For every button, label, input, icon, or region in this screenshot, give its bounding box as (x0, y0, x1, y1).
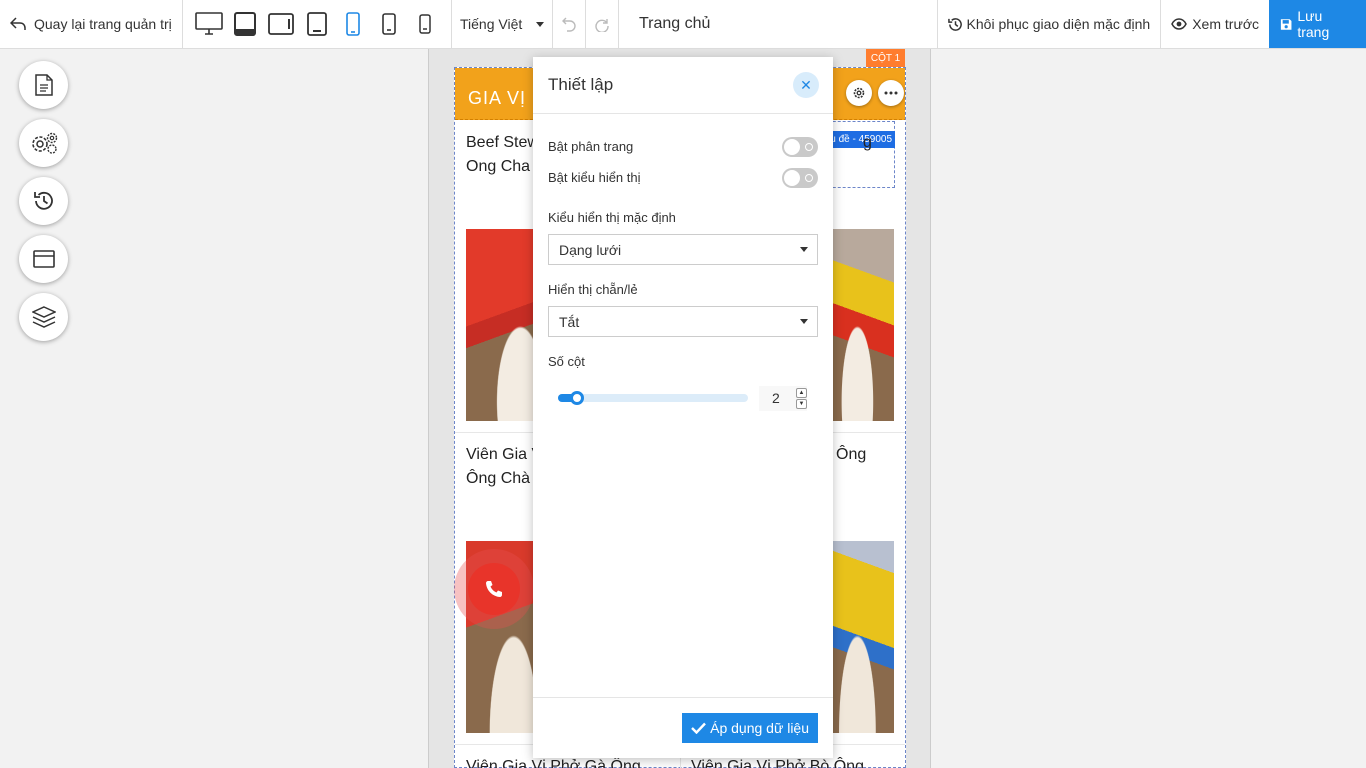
reply-arrow-icon (10, 17, 26, 30)
preview-label: Xem trước (1192, 16, 1259, 32)
block-settings-button[interactable] (846, 80, 872, 106)
phone-call-icon (486, 581, 502, 597)
page-icon (34, 74, 53, 96)
settings-panel-header: Thiết lập ✕ (533, 57, 833, 114)
redo-icon (595, 19, 609, 32)
floating-call-button[interactable] (454, 549, 534, 629)
check-icon (691, 722, 706, 734)
layers-button[interactable] (19, 293, 68, 341)
tablet-icon (307, 12, 327, 36)
desktop-icon (195, 12, 223, 35)
settings-panel: Thiết lập ✕ Bật phân trang Bật kiểu hiển… (533, 57, 833, 758)
caret-down-icon (800, 319, 808, 324)
tablet-landscape-icon (234, 12, 256, 36)
settings-panel-body: Bật phân trang Bật kiểu hiển thị Kiểu hi… (533, 114, 833, 413)
tablet-wide-icon (268, 13, 294, 35)
column-tag[interactable]: CỘT 1 (866, 49, 905, 67)
language-value: Tiếng Việt (460, 16, 523, 32)
phone-icon (382, 13, 396, 35)
pagination-toggle-label: Bật phân trang (548, 139, 634, 154)
close-panel-button[interactable]: ✕ (793, 72, 819, 98)
device-tablet-landscape-button[interactable] (227, 0, 263, 48)
device-phone-small-button[interactable] (407, 0, 443, 48)
display-style-toggle-label: Bật kiểu hiển thị (548, 170, 641, 185)
undo-icon (562, 17, 576, 32)
product-image[interactable] (466, 229, 534, 421)
floppy-disk-icon (1280, 18, 1292, 30)
block-more-button[interactable] (878, 80, 904, 106)
undo-button[interactable] (553, 0, 586, 48)
device-desktop-button[interactable] (191, 0, 227, 48)
columns-control: 2 ▲ ▼ (548, 383, 818, 413)
apply-data-label: Áp dụng dữ liệu (710, 720, 809, 736)
save-page-button[interactable]: Lưu trang (1269, 0, 1366, 48)
settings-panel-footer: Áp dụng dữ liệu (533, 697, 833, 758)
toggle-off-indicator (805, 173, 813, 182)
back-to-admin-button[interactable]: Quay lại trang quản trị (0, 0, 183, 48)
decrement-arrow-icon[interactable]: ▼ (796, 398, 807, 409)
device-phone-button[interactable] (371, 0, 407, 48)
gear-icon (853, 87, 865, 99)
settings-panel-title: Thiết lập (548, 75, 614, 94)
display-style-toggle-row: Bật kiểu hiển thị (548, 162, 818, 193)
restore-default-label: Khôi phục giao diện mặc định (966, 16, 1151, 32)
left-tool-rail (19, 61, 68, 341)
eye-icon (1171, 18, 1188, 30)
pagination-toggle[interactable] (782, 136, 818, 157)
product-image[interactable] (833, 229, 894, 421)
settings-gears-icon (31, 132, 57, 154)
product-name[interactable]: Ông (836, 443, 866, 467)
history-icon (947, 17, 962, 31)
product-name[interactable]: g (863, 131, 872, 155)
layout-icon (32, 250, 55, 268)
product-name[interactable]: Beef Stew Ong Cha (466, 131, 539, 179)
layers-icon (31, 306, 56, 328)
more-dots-icon (884, 91, 898, 95)
save-page-label: Lưu trang (1297, 8, 1330, 40)
device-phone-large-button[interactable] (335, 0, 371, 48)
increment-arrow-icon[interactable]: ▲ (796, 387, 807, 398)
close-icon: ✕ (800, 76, 812, 93)
pagination-toggle-row: Bật phân trang (548, 131, 818, 162)
columns-label: Số cột (548, 354, 585, 369)
apply-data-button[interactable]: Áp dụng dữ liệu (682, 713, 818, 743)
caret-down-icon (800, 247, 808, 252)
language-select[interactable]: Tiếng Việt (452, 0, 553, 48)
default-display-label: Kiểu hiển thị mặc định (548, 210, 676, 225)
layout-button[interactable] (19, 235, 68, 283)
back-to-admin-label: Quay lại trang quản trị (34, 16, 172, 32)
device-switcher (183, 0, 452, 48)
caret-down-icon (536, 21, 544, 27)
history-button[interactable] (19, 177, 68, 225)
columns-slider-handle[interactable] (570, 391, 584, 405)
current-page-title: Trang chủ (639, 15, 711, 32)
phone-large-icon (346, 12, 360, 36)
parity-label: Hiển thị chẵn/lẻ (548, 282, 638, 297)
phone-small-icon (419, 14, 431, 34)
parity-select[interactable]: Tắt (548, 306, 818, 337)
parity-value: Tắt (559, 313, 580, 330)
preview-button[interactable]: Xem trước (1160, 0, 1269, 48)
columns-number-input[interactable]: 2 ▲ ▼ (759, 385, 807, 411)
page-settings-button[interactable] (19, 61, 68, 109)
product-image[interactable] (833, 541, 894, 733)
toggle-knob (784, 169, 800, 186)
restore-default-button[interactable]: Khôi phục giao diện mặc định (936, 0, 1161, 48)
product-name[interactable]: Viên Gia V Ông Chà (466, 443, 542, 491)
toggle-off-indicator (805, 142, 813, 151)
display-style-toggle[interactable] (782, 167, 818, 188)
device-tablet-wide-button[interactable] (263, 0, 299, 48)
columns-number-value: 2 (772, 390, 780, 406)
default-display-value: Dạng lưới (559, 241, 622, 258)
call-button-core (468, 563, 520, 615)
site-settings-button[interactable] (19, 119, 68, 167)
columns-spinner: ▲ ▼ (796, 387, 807, 409)
toggle-knob (784, 138, 800, 155)
columns-slider[interactable] (558, 391, 748, 405)
redo-button[interactable] (586, 0, 619, 48)
device-tablet-button[interactable] (299, 0, 335, 48)
history-icon (33, 191, 53, 210)
top-toolbar: Quay lại trang quản trị Tiếng Việt Trang… (0, 0, 1366, 49)
default-display-select[interactable]: Dạng lưới (548, 234, 818, 265)
